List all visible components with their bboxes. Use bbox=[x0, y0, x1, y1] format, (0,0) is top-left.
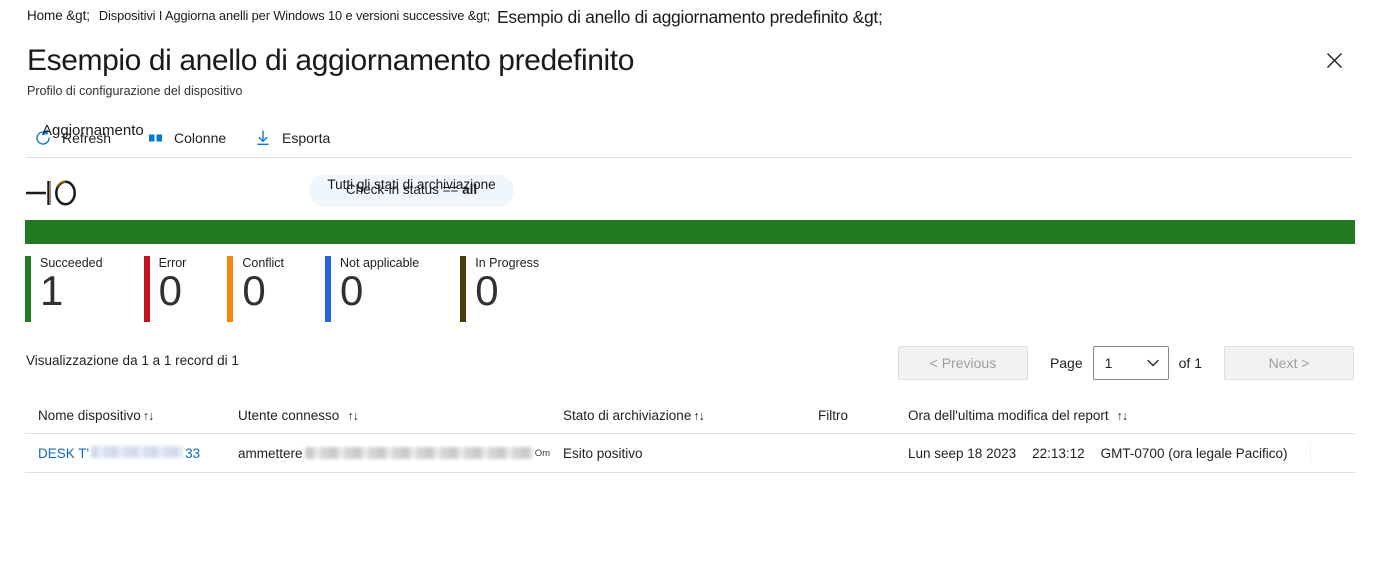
column-header-checkin-status[interactable]: Stato di archiviazione ↑↓ bbox=[550, 408, 805, 423]
download-icon bbox=[254, 129, 272, 147]
command-bar-divider bbox=[26, 157, 1352, 158]
filter-pill-checkin-status[interactable]: Check-in status == all Tutti gli stati d… bbox=[309, 175, 514, 207]
page-title: Esempio di anello di aggiornamento prede… bbox=[27, 44, 634, 78]
status-tile-value: 0 bbox=[340, 268, 419, 314]
column-header-label: Nome dispositivo bbox=[38, 408, 141, 423]
status-tile-value: 0 bbox=[242, 268, 284, 314]
sort-arrows-icon: ↑↓ bbox=[347, 409, 358, 423]
cell-last-report-time: Lun seep 18 2023 22:13:12 GMT-0700 (ora … bbox=[895, 446, 1335, 461]
status-tile-value: 0 bbox=[159, 268, 187, 314]
refresh-button[interactable]: Refresh bbox=[34, 120, 111, 156]
breadcrumb-overlay-current: Esempio di anello di aggiornamento prede… bbox=[497, 7, 883, 28]
table-row[interactable]: DESK T' 33 ammettere Om Esito positivo L… bbox=[25, 434, 1355, 473]
sort-arrows-icon: ↑↓ bbox=[143, 409, 154, 423]
status-tile-value: 1 bbox=[40, 268, 103, 314]
cell-device-name: DESK T' 33 bbox=[25, 446, 225, 461]
filter-icon[interactable] bbox=[22, 176, 94, 210]
columns-label: Colonne bbox=[174, 130, 226, 146]
sort-arrows-icon: ↑↓ bbox=[693, 409, 704, 423]
page-number-value: 1 bbox=[1105, 355, 1113, 371]
status-tiles: Succeeded 1 Error 0 Conflict 0 Not appli… bbox=[25, 256, 580, 332]
filter-pill-value: all bbox=[462, 182, 477, 197]
page-number-select[interactable]: 1 bbox=[1093, 346, 1169, 380]
export-button[interactable]: Esporta bbox=[254, 120, 330, 156]
next-page-button[interactable]: Next > bbox=[1224, 346, 1354, 380]
table-header-row: Nome dispositivo ↑↓ Utente connesso ↑↓ S… bbox=[25, 398, 1355, 434]
record-count-text: Visualizzazione da 1 a 1 record di 1 bbox=[26, 353, 239, 368]
columns-button[interactable]: Colonne bbox=[148, 120, 226, 156]
report-time: 22:13:12 bbox=[1032, 446, 1085, 461]
filter-pill-text: Check-in status == all bbox=[309, 182, 514, 197]
column-header-logged-user[interactable]: Utente connesso ↑↓ bbox=[225, 408, 550, 423]
page-subtitle: Profilo di configurazione del dispositiv… bbox=[27, 84, 242, 98]
refresh-label: Refresh bbox=[62, 130, 111, 146]
pagination-controls: < Previous Page 1 of 1 Next > bbox=[898, 347, 1354, 379]
column-header-label: Filtro bbox=[818, 408, 848, 423]
export-label: Esporta bbox=[282, 130, 330, 146]
device-name-link[interactable]: DESK T' 33 bbox=[38, 446, 200, 461]
status-tile-conflict: Conflict 0 bbox=[227, 256, 284, 326]
status-tile-accent bbox=[460, 256, 466, 322]
cell-checkin-status: Esito positivo bbox=[550, 446, 805, 461]
refresh-icon bbox=[34, 129, 52, 147]
status-tile-accent bbox=[144, 256, 150, 322]
redacted-user-name bbox=[305, 447, 533, 459]
page-total-label: of 1 bbox=[1179, 355, 1202, 371]
columns-icon bbox=[148, 130, 164, 146]
user-prefix: ammettere bbox=[238, 446, 303, 461]
row-divider bbox=[1310, 443, 1311, 463]
breadcrumb: Home &gt; Dispositivi I Aggiorna anelli … bbox=[27, 8, 490, 30]
breadcrumb-item-home[interactable]: Home &gt; bbox=[27, 8, 90, 23]
device-status-table: Nome dispositivo ↑↓ Utente connesso ↑↓ S… bbox=[25, 398, 1355, 473]
close-icon bbox=[1326, 52, 1343, 74]
redacted-device-name bbox=[91, 446, 183, 458]
status-tile-accent bbox=[227, 256, 233, 322]
previous-page-button[interactable]: < Previous bbox=[898, 346, 1028, 380]
status-tile-in-progress: In Progress 0 bbox=[460, 256, 539, 326]
device-name-suffix: 33 bbox=[185, 446, 200, 461]
user-suffix: Om bbox=[535, 448, 550, 459]
status-tile-value: 0 bbox=[475, 268, 539, 314]
status-tile-not-applicable: Not applicable 0 bbox=[325, 256, 419, 326]
status-tile-succeeded: Succeeded 1 bbox=[25, 256, 103, 326]
status-progress-bar bbox=[25, 220, 1355, 244]
chevron-down-icon bbox=[1146, 356, 1160, 375]
status-tile-accent bbox=[325, 256, 331, 322]
column-header-label: Stato di archiviazione bbox=[563, 408, 691, 423]
breadcrumb-item-devices[interactable]: Dispositivi I Aggiorna anelli per Window… bbox=[99, 8, 490, 23]
status-tile-accent bbox=[25, 256, 31, 322]
column-header-label: Utente connesso bbox=[238, 408, 339, 423]
column-header-filter[interactable]: Filtro bbox=[805, 408, 895, 423]
cell-logged-user: ammettere Om bbox=[225, 446, 550, 461]
filter-pill-prefix: Check-in status == bbox=[346, 182, 462, 197]
sort-arrows-icon: ↑↓ bbox=[1117, 409, 1128, 423]
page-label: Page bbox=[1050, 355, 1083, 371]
column-header-last-report-time[interactable]: Ora dell'ultima modifica del report ↑↓ bbox=[895, 408, 1335, 423]
close-button[interactable] bbox=[1317, 46, 1351, 80]
column-header-label: Ora dell'ultima modifica del report bbox=[908, 408, 1109, 423]
status-tile-error: Error 0 bbox=[144, 256, 187, 326]
report-date: Lun seep 18 2023 bbox=[908, 446, 1016, 461]
report-timezone: GMT-0700 (ora legale Pacifico) bbox=[1101, 446, 1288, 461]
device-name-prefix: DESK T' bbox=[38, 446, 89, 461]
command-bar: Refresh Colonne Esporta bbox=[26, 120, 1352, 156]
column-header-device-name[interactable]: Nome dispositivo ↑↓ bbox=[25, 408, 225, 423]
